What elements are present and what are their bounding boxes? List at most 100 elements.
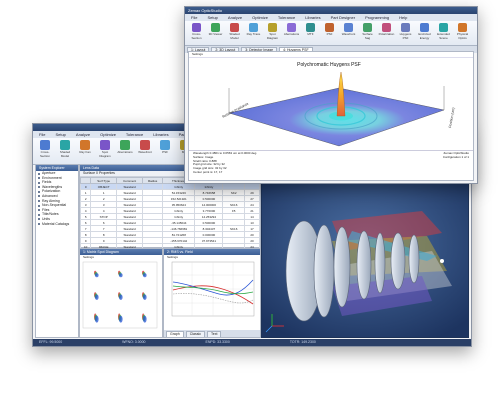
- menu-item-analyze[interactable]: Analyze: [74, 131, 92, 138]
- ribbon-button-physical-optics[interactable]: Physical Optics: [455, 23, 470, 43]
- lens-3d-render: [262, 181, 468, 337]
- psf-chart-title: Polychromatic Huygens PSF: [297, 62, 361, 68]
- ribbon-button-wavefront[interactable]: Wavefront: [341, 23, 356, 43]
- ribbon-button-polarization[interactable]: Polarization: [379, 23, 394, 43]
- tab-text[interactable]: Text: [207, 331, 222, 337]
- spot-point: [143, 315, 147, 323]
- ribbon-button-spot-diagram[interactable]: Spot Diagram: [265, 23, 280, 43]
- ribbon-button-huygens-psf[interactable]: Huygens PSF: [398, 23, 413, 43]
- rms-field-panel: 2: RMS vs. Field Settings Graph Classic Te…: [163, 248, 261, 338]
- ribbon-button-label: 3D Viewer: [208, 32, 223, 36]
- ribbon-button-label: Aberrations: [283, 32, 300, 36]
- menu-item-optimize[interactable]: Optimize: [98, 131, 118, 138]
- cross-section-icon: [40, 140, 50, 150]
- psf-info-right: Zemax OpticStudio Configuration 1 of 1: [442, 151, 469, 175]
- ribbon-button-label: Huygens PSF: [399, 32, 412, 40]
- ribbon-button-label: Surface Sag: [362, 32, 373, 40]
- menu-item-setup[interactable]: Setup: [53, 131, 67, 138]
- ribbon-button-shaded-model[interactable]: Shaded Model: [57, 140, 73, 162]
- spot-point: [119, 294, 123, 300]
- ribbon-button-ray-fan[interactable]: Ray Fan: [77, 140, 93, 162]
- tab-classic[interactable]: Classic: [185, 331, 206, 337]
- system-explorer-list: Aperture Environment Fields Wavelengths Pola…: [36, 171, 78, 226]
- status-value: ENPD: 33.3300: [205, 340, 230, 344]
- menu-item-setup[interactable]: Setup: [205, 14, 219, 21]
- front-ribbon: Cross-Section 3D Viewer Shaded Model Ray Tr…: [185, 21, 477, 46]
- rms-field-plot: [171, 261, 255, 317]
- psf-plot: Polychromatic Huygens PSF Relative Irrad…: [222, 62, 456, 147]
- spot-point: [143, 273, 147, 278]
- menu-item-libraries[interactable]: Libraries: [151, 131, 170, 138]
- ribbon-button-label: Aberrations: [117, 150, 133, 154]
- ribbon-button-encircled-energy[interactable]: Encircled Energy: [417, 23, 432, 43]
- front-window-titlebar: Zemax OpticStudio: [185, 7, 477, 14]
- ribbon-button-psf[interactable]: PSF: [157, 140, 173, 162]
- status-value: WFNO: 3.0000: [122, 340, 146, 344]
- ribbon-button-surface-sag[interactable]: Surface Sag: [360, 23, 375, 43]
- menu-item-tolerance[interactable]: Tolerance: [276, 14, 297, 21]
- ribbon-button-label: Shaded Model: [229, 32, 240, 40]
- ribbon-button-mtf[interactable]: MTF: [303, 23, 318, 43]
- ribbon-button-psf[interactable]: PSF: [322, 23, 337, 43]
- ray-trace-icon: [249, 23, 258, 32]
- 3d-layout-viewer[interactable]: [261, 180, 469, 338]
- ribbon-button-label: Physical Optics: [456, 32, 469, 40]
- ray-fan-icon: [80, 140, 90, 150]
- menu-item-analyze[interactable]: Analyze: [226, 14, 244, 21]
- spot-point: [119, 315, 123, 323]
- spot-point: [95, 315, 99, 323]
- ribbon-button-wavefront[interactable]: Wavefront: [137, 140, 153, 162]
- menu-item-file[interactable]: File: [189, 14, 199, 21]
- extended-scene-icon: [439, 23, 448, 32]
- ribbon-button-aberrations[interactable]: Aberrations: [284, 23, 299, 43]
- ribbon-button-label: Wavefront: [138, 150, 152, 154]
- menu-item-libraries[interactable]: Libraries: [303, 14, 322, 21]
- ribbon-button-label: Cross-Section: [39, 150, 50, 158]
- ribbon-button-3d-viewer[interactable]: 3D Viewer: [208, 23, 223, 43]
- spot-diagram-panel: 1: Matrix Spot Diagram Settings: [79, 248, 163, 338]
- spot-point: [119, 273, 123, 278]
- menu-item-file[interactable]: File: [37, 131, 47, 138]
- ribbon-button-shaded-model[interactable]: Shaded Model: [227, 23, 242, 43]
- spot-point: [143, 294, 147, 300]
- physical-optics-icon: [458, 23, 467, 32]
- menu-item-programming[interactable]: Programming: [363, 14, 391, 21]
- menu-item-tolerance[interactable]: Tolerance: [124, 131, 145, 138]
- system-explorer-item[interactable]: Material Catalogs: [36, 222, 78, 227]
- psf-info-block: Wavelength 0.4861 to 0.6563 um at 0.0000…: [189, 150, 473, 176]
- surface-sag-icon: [363, 23, 372, 32]
- ribbon-button-spot-diagram[interactable]: Spot Diagram: [97, 140, 113, 162]
- ribbon-button-label: Ray Trace: [246, 32, 261, 36]
- ribbon-button-label: Shaded Model: [59, 150, 71, 158]
- psf-info-line: Configuration 1 of 1: [442, 154, 469, 159]
- status-value: EFFL: 99.5000: [39, 340, 63, 344]
- bottom-tabs: Graph Classic Text: [164, 330, 260, 337]
- shaded-model-icon: [230, 23, 239, 32]
- psf-info-line: Center point is: 17, 17: [193, 169, 223, 174]
- status-value: TOTR: 149.2300: [289, 340, 316, 344]
- psf-info-left: Wavelength 0.4861 to 0.6563 um at 0.0000…: [193, 151, 257, 175]
- ribbon-button-cross-section[interactable]: Cross-Section: [37, 140, 53, 162]
- psf-axis-right: Position (um): [448, 107, 456, 128]
- ribbon-button-label: Cross-Section: [191, 32, 202, 40]
- menu-item-help[interactable]: Help: [397, 14, 409, 21]
- spot-diagram-plot: [82, 261, 158, 329]
- ribbon-button-label: PSF: [162, 150, 168, 154]
- polarization-icon: [382, 23, 391, 32]
- shaded-model-icon: [60, 140, 70, 150]
- front-menu-bar: File Setup Analyze Optimize Tolerance Librari…: [185, 14, 477, 21]
- ribbon-button-aberrations[interactable]: Aberrations: [117, 140, 133, 162]
- encircled-energy-icon: [420, 23, 429, 32]
- ribbon-button-cross-section[interactable]: Cross-Section: [189, 23, 204, 43]
- 3d-viewer-icon: [211, 23, 220, 32]
- ribbon-button-extended-scene[interactable]: Extended Scene: [436, 23, 451, 43]
- front-window: Zemax OpticStudio File Setup Analyze Optimi…: [184, 6, 478, 184]
- huygens-psf-icon: [401, 23, 410, 32]
- ribbon-button-label: Wavefront: [341, 32, 356, 36]
- menu-item-optimize[interactable]: Optimize: [250, 14, 270, 21]
- ribbon-button-ray-trace[interactable]: Ray Trace: [246, 23, 261, 43]
- ribbon-button-label: Polarization: [378, 32, 395, 36]
- tab-graph[interactable]: Graph: [166, 331, 184, 337]
- menu-item-part-designer[interactable]: Part Designer: [329, 14, 357, 21]
- ribbon-button-label: MTF: [307, 32, 314, 36]
